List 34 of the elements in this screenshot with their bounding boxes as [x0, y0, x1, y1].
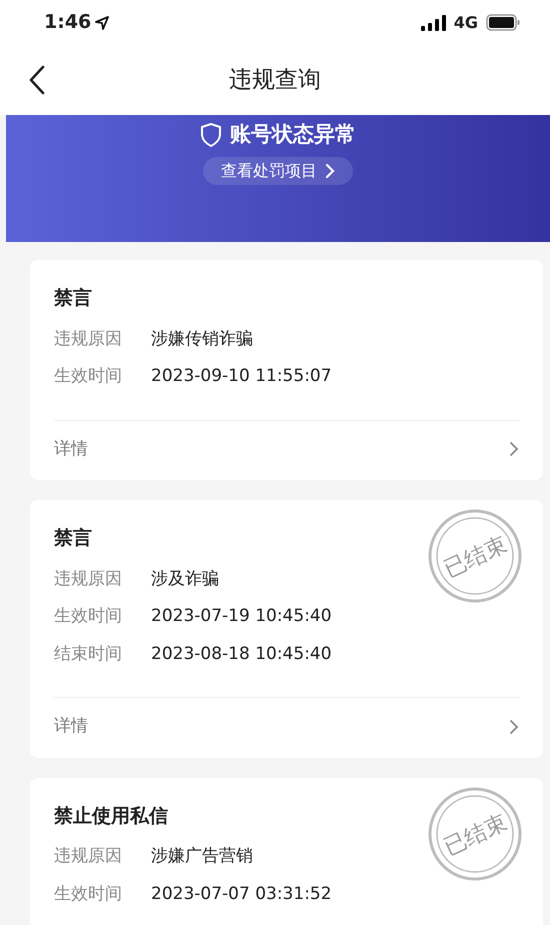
chevron-right-icon: [509, 441, 519, 458]
field-label: 生效时间: [54, 605, 123, 628]
record-title: 禁言: [54, 286, 92, 311]
status-time: 1:46: [44, 10, 92, 36]
location-arrow-icon: [95, 16, 110, 30]
record-title: 禁言: [54, 526, 92, 551]
field-label: 生效时间: [54, 882, 123, 906]
field-value: 2023-08-18 10:45:40: [151, 644, 332, 664]
page-title: 违规查询: [229, 66, 321, 95]
details-link[interactable]: 详情: [54, 697, 519, 758]
field-label: 违规原因: [54, 568, 123, 590]
shield-icon: [200, 122, 222, 147]
status-heading: 账号状态异常: [230, 121, 356, 148]
chevron-right-icon: [325, 162, 335, 178]
field-label: 违规原因: [54, 328, 123, 350]
signal-icon: [420, 14, 446, 30]
field-value: 2023-07-07 03:31:52: [151, 884, 332, 904]
network-label: 4G: [454, 12, 478, 34]
field-value: 涉嫌传销诈骗: [151, 328, 253, 348]
field-label: 生效时间: [54, 365, 123, 388]
view-penalties-button[interactable]: 查看处罚项目: [203, 156, 353, 184]
ended-stamp: 已结束: [427, 786, 523, 882]
record-title: 禁止使用私信: [54, 804, 168, 828]
field-value: 涉嫌广告营销: [151, 846, 253, 866]
details-link[interactable]: 详情: [54, 420, 519, 480]
chevron-right-icon: [509, 718, 519, 735]
field-value: 2023-09-10 11:55:07: [151, 366, 332, 386]
battery-icon: [486, 14, 520, 31]
field-label: 违规原因: [54, 845, 123, 868]
ended-stamp: 已结束: [427, 508, 523, 604]
field-label: 结束时间: [54, 642, 123, 666]
field-value: 涉及诈骗: [151, 568, 219, 588]
back-button[interactable]: [28, 65, 46, 95]
field-value: 2023-07-19 10:45:40: [151, 606, 332, 626]
